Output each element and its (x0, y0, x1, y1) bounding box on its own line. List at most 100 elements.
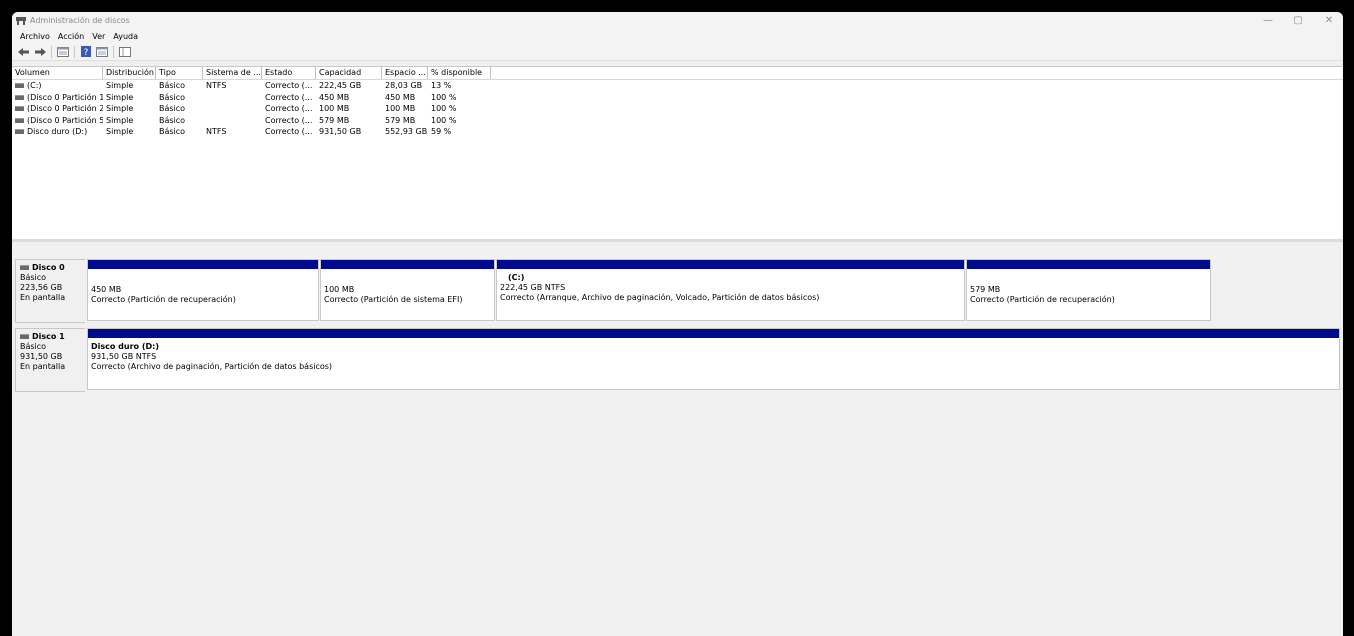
partition-size: 450 MB (91, 285, 122, 294)
cell-espacio: 579 MB (385, 115, 416, 125)
cell-espacio: 450 MB (385, 92, 416, 102)
cell-disponible: 100 % (431, 92, 457, 102)
col-sistema[interactable]: Sistema de ... (203, 67, 262, 79)
cell-volumen: Disco duro (D:) (27, 127, 88, 136)
drive-icon (15, 83, 24, 88)
cell-estado: Correcto (... (265, 92, 313, 102)
menu-archivo[interactable]: Archivo (16, 30, 54, 43)
disk-status: En pantalla (20, 293, 66, 302)
cell-distribucion: Simple (106, 92, 134, 102)
cell-capacidad: 450 MB (319, 92, 350, 102)
partition-size: 222,45 GB NTFS (500, 283, 566, 292)
col-estado[interactable]: Estado (262, 67, 316, 79)
cell-volumen: (Disco 0 Partición 1) (27, 92, 103, 102)
disk-name: Disco 0 (32, 263, 65, 272)
menu-ayuda[interactable]: Ayuda (109, 30, 142, 43)
partition-bar (967, 260, 1210, 269)
col-capacidad[interactable]: Capacidad (316, 67, 382, 79)
partition-state: Correcto (Arranque, Archivo de paginació… (500, 293, 820, 302)
disk-type: Básico (20, 342, 47, 351)
properties-icon[interactable] (94, 45, 110, 59)
table-row[interactable]: (Disco 0 Partición 2) Simple Básico Corr… (12, 103, 1343, 115)
cell-volumen: (C:) (27, 81, 42, 90)
partition-disk0-1[interactable]: 450 MB Correcto (Partición de recuperaci… (87, 259, 319, 321)
volume-list: Volumen Distribución Tipo Sistema de ...… (12, 66, 1343, 239)
menu-ver[interactable]: Ver (88, 30, 109, 43)
cell-volumen: (Disco 0 Partición 2) (27, 104, 103, 113)
cell-disponible: 100 % (431, 115, 457, 125)
cell-disponible: 59 % (431, 127, 452, 136)
partition-disk1-d[interactable]: Disco duro (D:) 931,50 GB NTFS Correcto … (87, 328, 1340, 390)
cell-tipo: Básico (159, 115, 186, 125)
cell-tipo: Básico (159, 104, 186, 113)
maximize-button[interactable]: ▢ (1284, 14, 1312, 28)
cell-capacidad: 100 MB (319, 104, 350, 113)
partition-size: 100 MB (324, 285, 355, 294)
cell-capacidad: 579 MB (319, 115, 350, 125)
volume-list-header: Volumen Distribución Tipo Sistema de ...… (12, 67, 1343, 80)
menu-bar: Archivo Acción Ver Ayuda (12, 30, 1343, 43)
cell-espacio: 552,93 GB (385, 127, 428, 136)
partition-disk0-c[interactable]: (C:) 222,45 GB NTFS Correcto (Arranque, … (496, 259, 965, 321)
col-espacio[interactable]: Espacio ... (382, 67, 428, 79)
drive-icon (15, 129, 24, 134)
title-bar: Administración de discos — ▢ ✕ (12, 12, 1343, 30)
toolbar-separator (51, 45, 52, 58)
partition-disk0-5[interactable]: 579 MB Correcto (Partición de recuperaci… (966, 259, 1211, 321)
partition-size: 579 MB (970, 285, 1001, 294)
minimize-button[interactable]: — (1254, 14, 1282, 28)
table-row[interactable]: Disco duro (D:) Simple Básico NTFS Corre… (12, 126, 1343, 138)
cell-distribucion: Simple (106, 81, 134, 90)
partition-bar (88, 260, 318, 269)
disk-icon (20, 334, 29, 339)
table-row[interactable]: (Disco 0 Partición 1) Simple Básico Corr… (12, 92, 1343, 104)
cell-distribucion: Simple (106, 104, 134, 113)
cell-sistema: NTFS (206, 81, 227, 90)
partition-state: Correcto (Partición de recuperación) (970, 295, 1115, 304)
forward-icon[interactable] (32, 45, 48, 59)
col-tipo[interactable]: Tipo (156, 67, 203, 79)
partition-state: Correcto (Partición de recuperación) (91, 295, 236, 304)
cell-estado: Correcto (... (265, 127, 313, 136)
col-disponible[interactable]: % disponible (428, 67, 491, 79)
cell-sistema (203, 103, 262, 115)
toolbar-separator (113, 45, 114, 58)
drive-icon (15, 117, 24, 123)
cell-sistema (203, 115, 262, 127)
cell-tipo: Básico (159, 81, 186, 90)
partition-disk0-2[interactable]: 100 MB Correcto (Partición de sistema EF… (320, 259, 495, 321)
drive-icon (15, 94, 24, 100)
disk-list-icon[interactable] (55, 45, 71, 59)
cell-estado: Correcto (... (265, 104, 313, 113)
svg-text:?: ? (84, 48, 89, 57)
cell-disponible: 100 % (431, 104, 457, 113)
back-icon[interactable] (16, 45, 32, 59)
cell-volumen: (Disco 0 Partición 5) (27, 115, 103, 125)
table-row[interactable]: (Disco 0 Partición 5) Simple Básico Corr… (12, 115, 1343, 127)
menu-accion[interactable]: Acción (54, 30, 88, 43)
disk-status: En pantalla (20, 362, 66, 371)
cell-sistema (203, 92, 262, 104)
disk-0-info[interactable]: Disco 0 Básico 223,56 GB En pantalla (15, 259, 85, 323)
close-button[interactable]: ✕ (1315, 14, 1343, 28)
disk-icon (20, 265, 29, 270)
cell-disponible: 13 % (431, 81, 452, 90)
cell-estado: Correcto (... (265, 81, 313, 90)
cell-estado: Correcto (... (265, 115, 313, 125)
disk-size: 223,56 GB (20, 283, 63, 292)
table-row[interactable]: (C:) Simple Básico NTFS Correcto (... 22… (12, 80, 1343, 92)
disk-1-info[interactable]: Disco 1 Básico 931,50 GB En pantalla (15, 328, 85, 392)
help-icon[interactable]: ? (78, 45, 94, 59)
col-volumen[interactable]: Volumen (12, 67, 103, 79)
cell-tipo: Básico (159, 92, 186, 102)
partition-label: Disco duro (D:) (91, 342, 159, 351)
disk-name: Disco 1 (32, 332, 65, 341)
cell-capacidad: 931,50 GB (319, 127, 362, 136)
cell-capacidad: 222,45 GB (319, 81, 362, 90)
cell-tipo: Básico (159, 127, 186, 136)
disk-management-window: Administración de discos — ▢ ✕ Archivo A… (12, 12, 1343, 636)
col-distribucion[interactable]: Distribución (103, 67, 156, 79)
console-icon[interactable] (117, 45, 133, 59)
window-title: Administración de discos (30, 16, 130, 25)
toolbar-separator (74, 45, 75, 58)
